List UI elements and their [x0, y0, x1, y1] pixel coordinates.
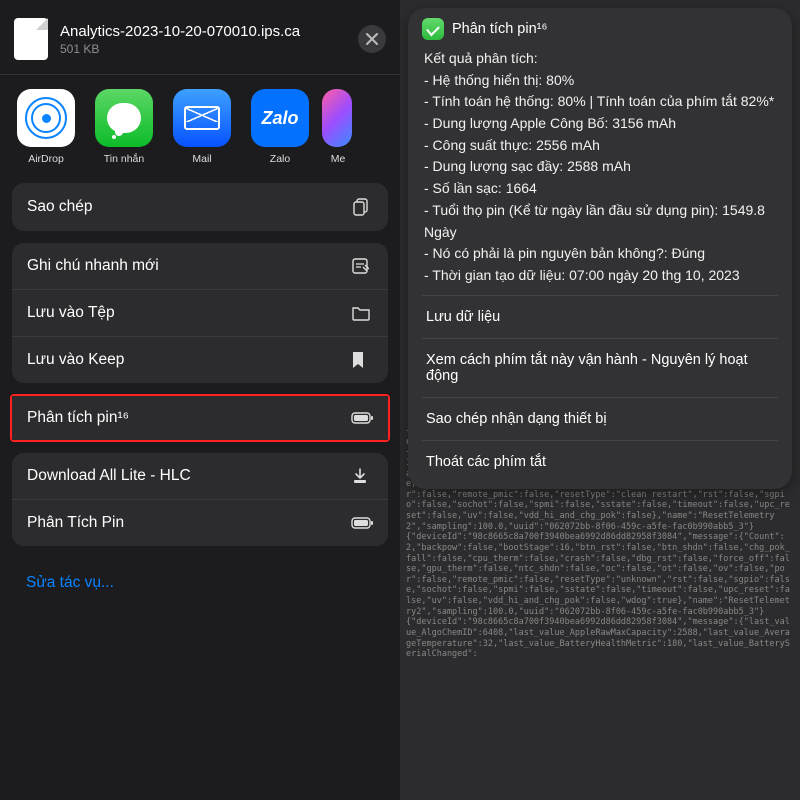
copy-card: Sao chép	[12, 183, 388, 231]
action-battery-analyze[interactable]: Phân Tích Pin	[12, 499, 388, 546]
bookmark-icon	[351, 351, 373, 369]
action-label: Lưu vào Tệp	[27, 304, 115, 322]
action-battery-analyze-16[interactable]: Phân tích pin¹⁶	[12, 396, 388, 440]
file-size: 501 KB	[60, 42, 346, 56]
app-label: Tin nhắn	[88, 153, 160, 165]
app-label: Me	[322, 153, 354, 165]
analysis-line: - Tính toán hệ thống: 80% | Tính toán củ…	[424, 91, 776, 113]
btn-save-data[interactable]: Lưu dữ liệu	[422, 295, 778, 338]
share-targets-row[interactable]: AirDrop Tin nhắn Mail Zalo Zalo Me	[0, 75, 400, 183]
btn-copy-device-id[interactable]: Sao chép nhận dạng thiết bị	[422, 397, 778, 440]
app-mail[interactable]: Mail	[166, 89, 238, 165]
app-messenger[interactable]: Me	[322, 89, 354, 165]
actions-card-2: Download All Lite - HLC Phân Tích Pin	[12, 453, 388, 546]
action-download-all-lite[interactable]: Download All Lite - HLC	[12, 453, 388, 499]
note-icon	[351, 257, 373, 275]
share-sheet: Analytics-2023-10-20-070010.ips.ca 501 K…	[0, 0, 400, 800]
messenger-icon	[322, 89, 352, 147]
mail-icon	[173, 89, 231, 147]
analysis-line: - Dung lượng Apple Công Bố: 3156 mAh	[424, 113, 776, 135]
download-icon	[351, 467, 373, 485]
analysis-line: - Dung lượng sạc đầy: 2588 mAh	[424, 156, 776, 178]
actions-card-1: Ghi chú nhanh mới Lưu vào Tệp Lưu vào Ke…	[12, 243, 388, 383]
app-label: Zalo	[244, 153, 316, 165]
airdrop-icon	[17, 89, 75, 147]
copy-icon	[351, 197, 373, 217]
action-new-note[interactable]: Ghi chú nhanh mới	[12, 243, 388, 289]
analysis-line: - Nó có phải là pin nguyên bản không?: Đ…	[424, 243, 776, 265]
file-icon	[14, 18, 48, 60]
file-name: Analytics-2023-10-20-070010.ips.ca	[60, 23, 346, 40]
action-label: Phân tích pin¹⁶	[27, 409, 129, 427]
action-label: Sao chép	[27, 198, 93, 216]
notification-title: Phân tích pin¹⁶	[452, 21, 547, 37]
action-label: Phân Tích Pin	[27, 514, 124, 532]
app-messages[interactable]: Tin nhắn	[88, 89, 160, 165]
app-label: Mail	[166, 153, 238, 165]
messages-icon	[95, 89, 153, 147]
notification-card: Phân tích pin¹⁶ Kết quả phân tích: - Hệ …	[408, 8, 792, 489]
copy-action[interactable]: Sao chép	[12, 183, 388, 231]
shortcuts-app-icon	[422, 18, 444, 40]
notification-body: Kết quả phân tích: - Hệ thống hiển thị: …	[422, 46, 778, 295]
analysis-line: - Tuổi thọ pin (Kể từ ngày lần đầu sử dụ…	[424, 200, 776, 243]
close-button[interactable]	[358, 25, 386, 53]
edit-actions-link[interactable]: Sửa tác vụ...	[0, 558, 400, 608]
action-label: Download All Lite - HLC	[27, 467, 191, 485]
analysis-heading: Kết quả phân tích:	[424, 48, 776, 70]
notification-header: Phân tích pin¹⁶	[422, 18, 778, 40]
btn-how-it-works[interactable]: Xem cách phím tắt này vận hành - Nguyên …	[422, 338, 778, 397]
action-label: Ghi chú nhanh mới	[27, 257, 159, 275]
analysis-line: - Công suất thực: 2556 mAh	[424, 135, 776, 157]
action-save-files[interactable]: Lưu vào Tệp	[12, 289, 388, 336]
analysis-line: - Thời gian tạo dữ liệu: 07:00 ngày 20 t…	[424, 265, 776, 287]
battery-icon	[351, 412, 373, 424]
file-header: Analytics-2023-10-20-070010.ips.ca 501 K…	[0, 0, 400, 68]
analysis-line: - Hệ thống hiển thị: 80%	[424, 70, 776, 92]
close-icon	[366, 33, 378, 45]
app-zalo[interactable]: Zalo Zalo	[244, 89, 316, 165]
battery-icon	[351, 517, 373, 529]
action-label: Lưu vào Keep	[27, 351, 124, 369]
notification-buttons: Lưu dữ liệu Xem cách phím tắt này vận hà…	[422, 295, 778, 483]
btn-exit-shortcuts[interactable]: Thoát các phím tắt	[422, 440, 778, 483]
app-label: AirDrop	[10, 153, 82, 165]
folder-icon	[351, 305, 373, 321]
analysis-line: - Số lần sạc: 1664	[424, 178, 776, 200]
zalo-icon: Zalo	[251, 89, 309, 147]
analysis-panel: {"Count":21,"bug_type":"313","error":nul…	[400, 0, 800, 800]
file-meta: Analytics-2023-10-20-070010.ips.ca 501 K…	[60, 23, 346, 56]
highlighted-action: Phân tích pin¹⁶	[10, 394, 390, 442]
app-airdrop[interactable]: AirDrop	[10, 89, 82, 165]
action-save-keep[interactable]: Lưu vào Keep	[12, 336, 388, 383]
